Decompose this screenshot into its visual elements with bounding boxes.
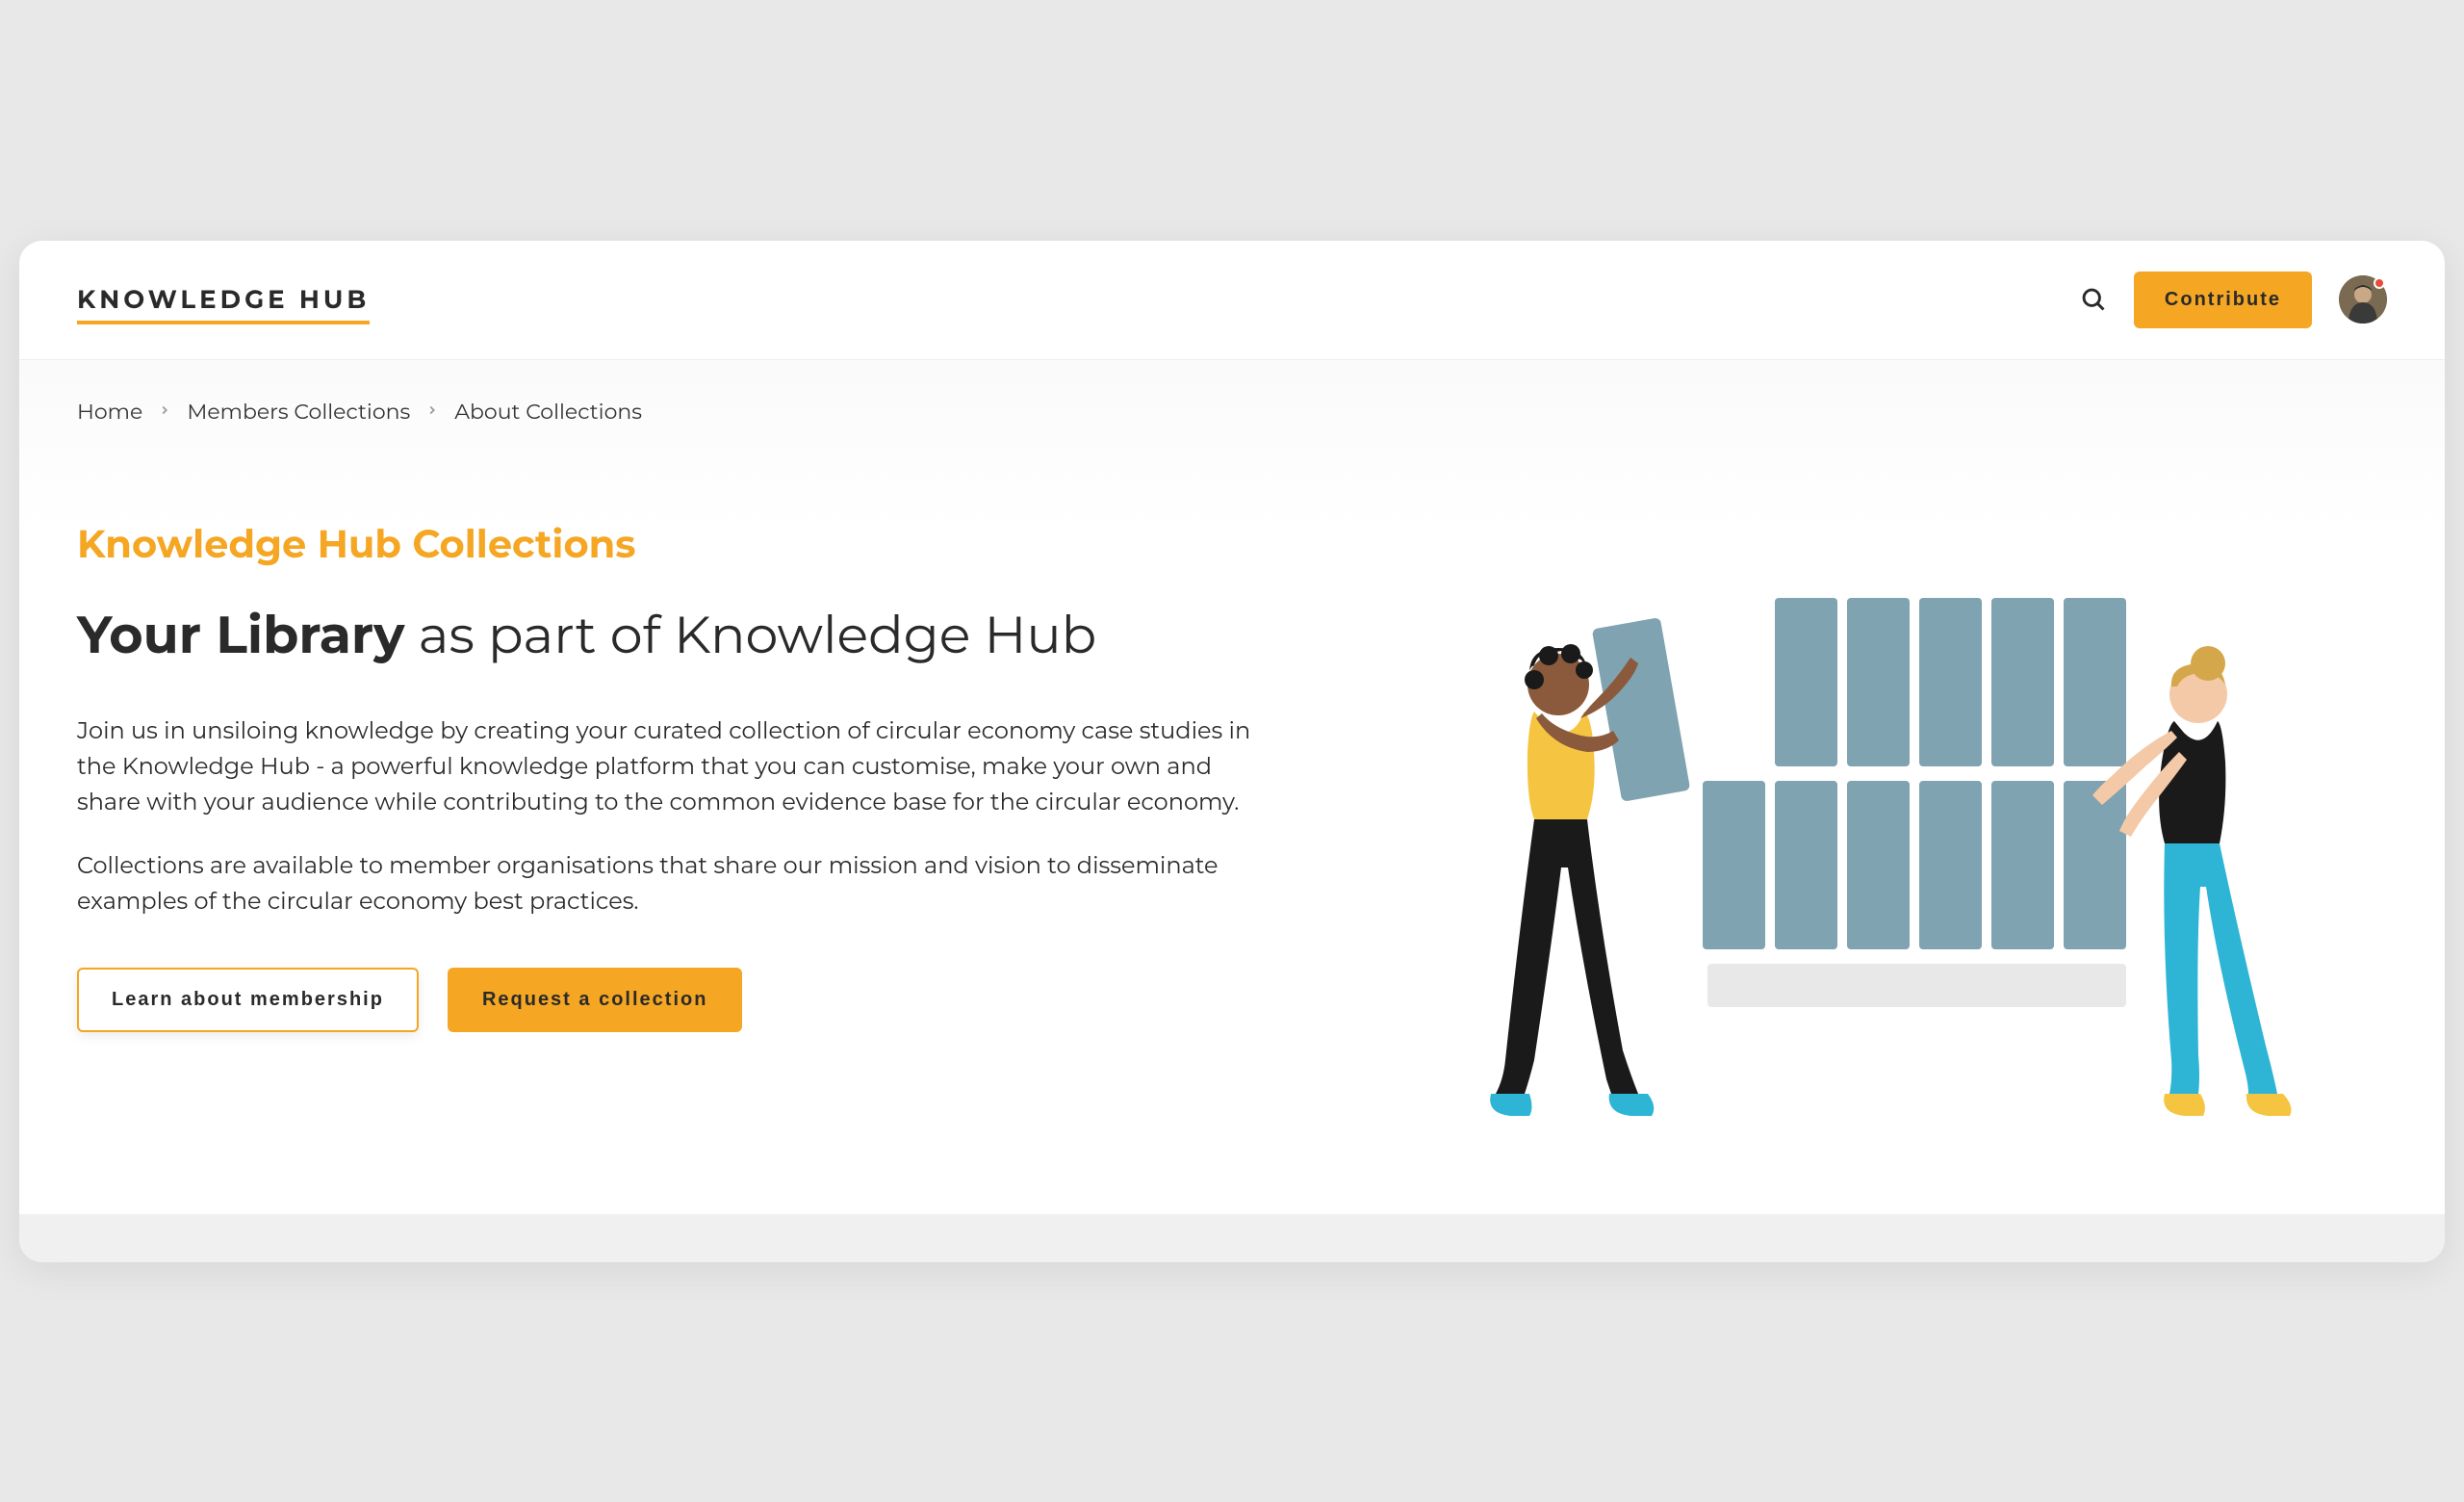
hero-paragraph-1: Join us in unsiloing knowledge by creati… bbox=[77, 713, 1278, 821]
app-window: KNOWLEDGE HUB Contribute bbox=[19, 241, 2445, 1262]
heading-rest: as part of Knowledge Hub bbox=[404, 603, 1096, 666]
breadcrumb-current: About Collections bbox=[454, 399, 642, 425]
main-content: Home Members Collections About Collectio… bbox=[19, 360, 2445, 1214]
header-actions: Contribute bbox=[2080, 272, 2387, 328]
page-title: Your Library as part of Knowledge Hub bbox=[77, 603, 1278, 668]
chevron-right-icon bbox=[158, 401, 171, 422]
contribute-button[interactable]: Contribute bbox=[2134, 272, 2312, 328]
hero-paragraph-2: Collections are available to member orga… bbox=[77, 848, 1278, 919]
logo-text: KNOWLEDGE HUB bbox=[77, 284, 370, 324]
hero-illustration bbox=[1355, 521, 2387, 1137]
eyebrow: Knowledge Hub Collections bbox=[77, 521, 1278, 568]
learn-membership-button[interactable]: Learn about membership bbox=[77, 968, 419, 1032]
cta-row: Learn about membership Request a collect… bbox=[77, 968, 1278, 1032]
request-collection-button[interactable]: Request a collection bbox=[448, 968, 743, 1032]
hero-text: Knowledge Hub Collections Your Library a… bbox=[77, 521, 1278, 1032]
breadcrumb: Home Members Collections About Collectio… bbox=[77, 399, 2387, 425]
logo[interactable]: KNOWLEDGE HUB bbox=[77, 284, 370, 315]
search-icon[interactable] bbox=[2080, 286, 2107, 313]
avatar[interactable] bbox=[2339, 275, 2387, 324]
chevron-right-icon bbox=[425, 401, 439, 422]
notification-dot-icon bbox=[2374, 277, 2385, 289]
footer-spacer bbox=[19, 1214, 2445, 1262]
breadcrumb-home[interactable]: Home bbox=[77, 399, 142, 425]
header: KNOWLEDGE HUB Contribute bbox=[19, 241, 2445, 360]
heading-bold: Your Library bbox=[77, 603, 404, 666]
breadcrumb-members[interactable]: Members Collections bbox=[187, 399, 410, 425]
hero-row: Knowledge Hub Collections Your Library a… bbox=[77, 521, 2387, 1137]
